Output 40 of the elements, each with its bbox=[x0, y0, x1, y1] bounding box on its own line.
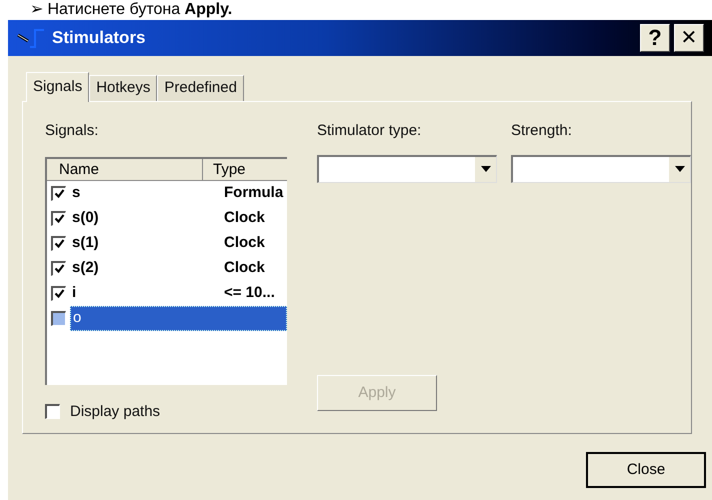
list-row[interactable]: s(0) Clock bbox=[70, 206, 287, 230]
tab[interactable]: Signals bbox=[26, 72, 90, 102]
caption: ➢ Натиснете бутона Apply. bbox=[30, 1, 232, 19]
checkbox[interactable] bbox=[51, 310, 66, 326]
stimulator-type-dropdown[interactable] bbox=[317, 154, 497, 182]
signal-type: <= 10... bbox=[224, 282, 275, 303]
list-row[interactable]: s(1) Clock bbox=[70, 230, 287, 256]
dropdown-button[interactable] bbox=[668, 156, 690, 182]
signal-icon bbox=[16, 27, 46, 49]
signal-name: o bbox=[72, 308, 82, 328]
list-row[interactable]: o bbox=[70, 306, 287, 330]
signal-type: Clock bbox=[224, 232, 265, 253]
tab[interactable]: Predefined bbox=[157, 75, 244, 101]
list-row[interactable]: s(2) Clock bbox=[70, 256, 287, 280]
window-title: Stimulators bbox=[52, 27, 146, 50]
signal-name: s(1) bbox=[71, 232, 100, 253]
signal-type: Clock bbox=[224, 258, 265, 278]
checkbox-label: Display paths bbox=[70, 402, 160, 422]
signal-type: Formula bbox=[224, 182, 284, 203]
close-button[interactable]: ✕ bbox=[674, 24, 704, 52]
field-label: Stimulator type: bbox=[317, 121, 422, 141]
field-label: Signals: bbox=[45, 121, 100, 141]
caret-icon bbox=[480, 166, 490, 172]
field-label: Strength: bbox=[511, 121, 573, 141]
dropdown-button[interactable] bbox=[474, 156, 496, 182]
checkbox[interactable] bbox=[45, 404, 60, 420]
caret-icon bbox=[674, 166, 684, 172]
tab[interactable]: Hotkeys bbox=[89, 75, 158, 101]
column-header[interactable]: Name bbox=[47, 158, 203, 180]
close-dialog-button[interactable]: Close bbox=[586, 452, 706, 488]
signal-type: Clock bbox=[224, 208, 265, 228]
list-row[interactable]: s Formula bbox=[70, 180, 287, 206]
list-row[interactable]: i <= 10... bbox=[70, 280, 287, 306]
signal-name: i bbox=[71, 282, 78, 303]
signal-name: s bbox=[71, 182, 82, 203]
help-button[interactable]: ? bbox=[640, 24, 670, 52]
strength-dropdown[interactable] bbox=[511, 154, 691, 182]
column-header[interactable]: Type bbox=[203, 158, 287, 180]
signal-name: s(0) bbox=[71, 208, 100, 228]
signal-name: s(2) bbox=[71, 258, 100, 278]
